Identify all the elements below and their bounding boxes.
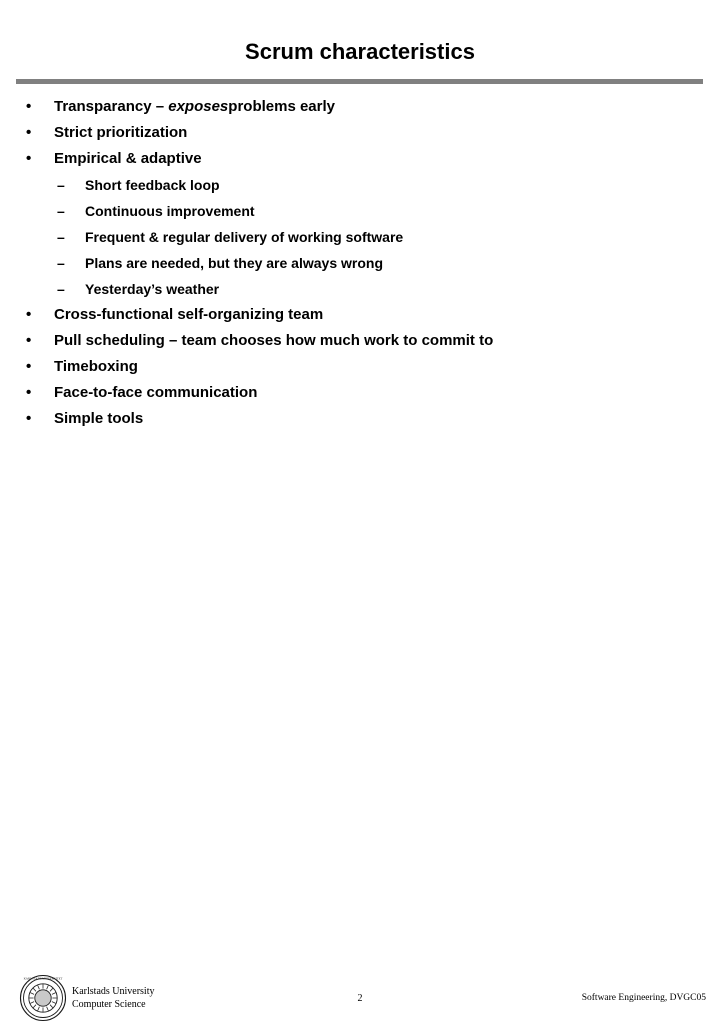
bullet-marker-icon: • [26, 150, 32, 167]
bullet-item: • Simple tools [0, 406, 720, 432]
bullet-marker-icon: • [26, 98, 32, 115]
sub-bullet-item: – Plans are needed, but they are always w… [0, 250, 720, 276]
footer-organization: Karlstads University Computer Science [72, 985, 155, 1011]
sub-bullet-item: – Frequent & regular delivery of working … [0, 224, 720, 250]
bullet-text: Pull scheduling – team chooses how much … [54, 332, 494, 349]
bullet-item: • Strict prioritization [0, 120, 720, 146]
bullet-item: • Timeboxing [0, 354, 720, 380]
slide-footer: KARLSTADS UNIVERSITET Karlstads Universi… [0, 486, 720, 1022]
bullet-text: Continuous improvement [85, 203, 255, 219]
footer-organization-line2: Computer Science [72, 999, 146, 1010]
page-number: 2 [357, 993, 363, 1004]
bullet-text: Yesterday’s weather [85, 281, 220, 297]
bullet-marker-icon: • [26, 124, 32, 141]
footer-organization-line1: Karlstads University [72, 986, 155, 997]
bullet-text: Simple tools [54, 410, 144, 427]
bullet-item: • Face-to-face communication [0, 380, 720, 406]
bullet-text: Short feedback loop [85, 177, 220, 193]
bullet-text: Empirical & adaptive [54, 150, 202, 167]
bullet-item: • Transparancy – exposesproblems early [0, 94, 720, 120]
page-title: Scrum characteristics [245, 39, 475, 64]
bullet-text-emphasis: exposes [168, 98, 229, 115]
title-divider [16, 79, 703, 84]
sub-bullet-item: – Continuous improvement [0, 198, 720, 224]
footer-course-label: Software Engineering, DVGC05 [581, 993, 706, 1003]
bullet-marker-icon: • [26, 410, 32, 427]
bullet-marker-icon: • [26, 332, 32, 349]
svg-text:KARLSTADS UNIVERSITET: KARLSTADS UNIVERSITET [24, 977, 63, 981]
bullet-text: Frequent & regular delivery of working s… [85, 229, 404, 245]
sub-bullet-item: – Short feedback loop [0, 172, 720, 198]
dash-marker-icon: – [57, 177, 65, 193]
bullet-item: • Empirical & adaptive [0, 146, 720, 172]
bullet-text: Strict prioritization [54, 124, 188, 141]
bullet-item: • Cross-functional self-organizing team [0, 302, 720, 328]
slide-canvas: Scrum characteristics • Transparancy – ex… [0, 0, 720, 1022]
dash-marker-icon: – [57, 203, 65, 219]
bullet-marker-icon: • [26, 358, 32, 375]
bullet-marker-icon: • [26, 384, 32, 401]
dash-marker-icon: – [57, 255, 65, 271]
karlstad-university-seal-icon: KARLSTADS UNIVERSITET [19, 974, 67, 1022]
bullet-item: • Pull scheduling – team chooses how much… [0, 328, 720, 354]
bullet-text: Timeboxing [54, 358, 138, 375]
sub-bullet-item: – Yesterday’s weather [0, 276, 720, 302]
bullet-text: Transparancy – exposesproblems early [54, 94, 335, 120]
dash-marker-icon: – [57, 229, 65, 245]
dash-marker-icon: – [57, 281, 65, 297]
bullet-marker-icon: • [26, 306, 32, 323]
bullet-list: • Transparancy – exposesproblems early • St… [0, 94, 720, 432]
bullet-text: Face-to-face communication [54, 384, 258, 401]
bullet-text-prefix: Transparancy – [54, 98, 169, 115]
bullet-text-suffix: problems early [228, 98, 335, 115]
bullet-text: Plans are needed, but they are always wr… [85, 255, 383, 271]
bullet-text: Cross-functional self-organizing team [54, 306, 324, 323]
